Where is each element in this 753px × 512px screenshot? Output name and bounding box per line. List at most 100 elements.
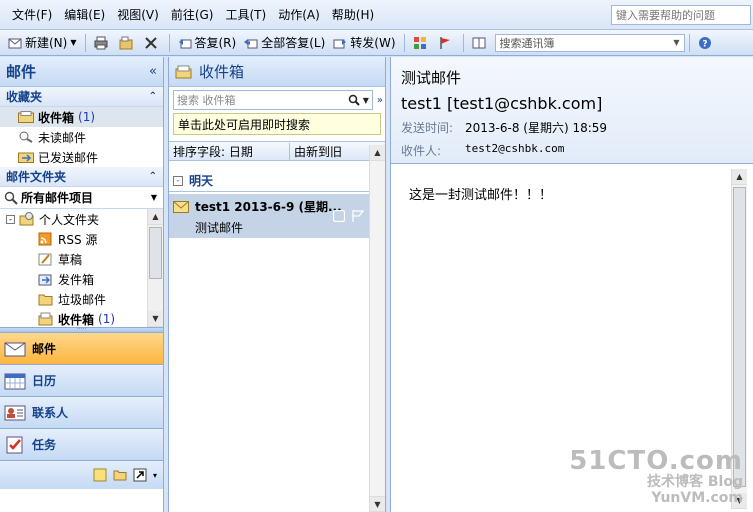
menu-view[interactable]: 视图(V) [111, 6, 165, 23]
address-book-search[interactable]: 搜索通讯簿 ▼ [494, 33, 685, 52]
tree-row-junk-mail[interactable]: 垃圾邮件 [0, 289, 163, 309]
printer-icon [94, 36, 107, 49]
sort-order-label[interactable]: 由新到旧 [289, 142, 369, 160]
scroll-up-arrow[interactable]: ▲ [148, 209, 163, 225]
notes-icon[interactable] [93, 468, 107, 482]
delete-button[interactable] [140, 32, 165, 54]
new-button[interactable]: 新建(N) ▼ [4, 32, 81, 54]
shortcuts-icon[interactable] [133, 468, 147, 482]
message-body: 这是一封测试邮件！！！ [409, 188, 553, 203]
toolbar-divider [688, 33, 690, 52]
chevron-down-icon[interactable]: ▼ [151, 193, 157, 202]
tree-row-drafts[interactable]: 草稿 [0, 249, 163, 269]
move-to-folder-button[interactable] [115, 32, 140, 54]
tree-row-inbox[interactable]: 收件箱 (1) [0, 309, 163, 327]
nav-button-label: 任务 [32, 438, 57, 452]
collapse-section-icon[interactable]: ⌃ [149, 91, 157, 102]
nav-button-calendar[interactable]: 日历 [0, 365, 163, 397]
collapse-pane-icon[interactable]: « [149, 64, 157, 79]
message-list-item[interactable]: test1 2013-6-9 (星期... 测试邮件 [169, 194, 369, 238]
favorite-sent-items[interactable]: 已发送邮件 [0, 147, 163, 167]
help-search-input[interactable] [611, 5, 751, 25]
menu-file[interactable]: 文件(F) [6, 6, 58, 23]
nav-button-label: 联系人 [32, 406, 69, 420]
group-label: 明天 [189, 174, 214, 188]
folder-list-icon[interactable] [113, 468, 127, 482]
menu-actions[interactable]: 动作(A) [272, 6, 326, 23]
categorize-icon [413, 36, 426, 49]
instant-search-input[interactable]: 搜索 收件箱 ▼ [173, 90, 373, 110]
all-mail-items-selector[interactable]: 所有邮件项目 ▼ [0, 187, 163, 209]
scroll-down-arrow[interactable]: ▼ [370, 496, 385, 512]
nav-button-contacts[interactable]: 联系人 [0, 397, 163, 429]
favorite-label: 收件箱 [38, 110, 75, 125]
toolbar-divider [403, 33, 405, 52]
message-list-scrollbar[interactable]: ▲ ▼ [369, 145, 385, 512]
reply-all-button[interactable]: 全部答复(L) [240, 32, 329, 54]
help-button[interactable]: ? [694, 32, 719, 54]
menu-edit[interactable]: 编辑(E) [58, 6, 111, 23]
delete-x-icon [144, 36, 157, 49]
flag-icon [439, 36, 450, 49]
collapse-section-icon[interactable]: ⌃ [149, 171, 157, 182]
to-label: 收件人: [401, 144, 442, 158]
sent-value: 2013-6-8 (星期六) 18:59 [465, 121, 608, 135]
folder-tree: - 个人文件夹 RSS 源 草稿 发件箱 垃圾邮件 收件箱 (1) ▲ ▼ [0, 209, 163, 327]
personal-folders-icon [19, 212, 34, 226]
favorite-inbox[interactable]: 收件箱 (1) [0, 107, 163, 127]
all-items-label: 所有邮件项目 [21, 191, 94, 205]
configure-buttons-icon[interactable]: ▾ [153, 471, 157, 480]
collapse-group-icon[interactable]: - [173, 175, 183, 186]
favorite-unread-mail[interactable]: 未读邮件 [0, 127, 163, 147]
follow-up-button[interactable] [434, 32, 459, 54]
menu-go[interactable]: 前往(G) [165, 6, 220, 23]
chevron-down-icon[interactable]: ▼ [673, 38, 679, 47]
expand-query-builder-icon[interactable]: » [377, 95, 383, 106]
flag-icon[interactable] [351, 209, 365, 223]
menu-help[interactable]: 帮助(H) [326, 6, 380, 23]
tree-row-personal-folders[interactable]: - 个人文件夹 [0, 209, 163, 229]
print-button[interactable] [90, 32, 115, 54]
chevron-down-icon[interactable]: ▼ [363, 96, 369, 105]
scroll-thumb[interactable] [149, 227, 162, 279]
scroll-up-arrow[interactable]: ▲ [370, 145, 385, 161]
search-icon [4, 191, 18, 205]
sent-folder-icon [18, 152, 34, 163]
category-box-icon[interactable] [333, 210, 345, 222]
scroll-up-arrow[interactable]: ▲ [732, 169, 747, 185]
tree-label: 个人文件夹 [39, 212, 100, 227]
calendar-icon [4, 373, 26, 389]
group-header-tomorrow[interactable]: - 明天 [169, 170, 369, 192]
sent-row: 发送时间: 2013-6-8 (星期六) 18:59 [401, 119, 743, 136]
tree-row-rss-feeds[interactable]: RSS 源 [0, 229, 163, 249]
scroll-down-arrow[interactable]: ▼ [148, 311, 163, 327]
to-value[interactable]: test2@cshbk.com [465, 142, 564, 159]
svg-text:?: ? [702, 39, 707, 49]
menu-tools[interactable]: 工具(T) [219, 6, 272, 23]
scroll-thumb[interactable] [733, 187, 746, 487]
forward-button[interactable]: 转发(W) [329, 32, 399, 54]
unread-count: (1) [98, 312, 116, 326]
message-from[interactable]: test1 [test1@cshbk.com] [401, 94, 743, 113]
message-sender-date: test1 2013-6-9 (星期... [195, 200, 342, 214]
mail-icon [4, 342, 26, 356]
nav-pane-title: 邮件 [6, 63, 37, 81]
reply-button[interactable]: 答复(R) [174, 32, 241, 54]
nav-button-mail[interactable]: 邮件 [0, 333, 163, 365]
favorites-header[interactable]: 收藏夹 ⌃ [0, 87, 163, 107]
tree-row-outbox[interactable]: 发件箱 [0, 269, 163, 289]
expand-toggle-icon[interactable]: - [6, 214, 15, 224]
arrange-by-header[interactable]: 排序字段: 日期 由新到旧 [169, 141, 385, 161]
enable-instant-search-bar[interactable]: 单击此处可启用即时搜索 [173, 113, 381, 135]
reply-icon [178, 38, 191, 48]
menu-bar: 文件(F) 编辑(E) 视图(V) 前往(G) 工具(T) 动作(A) 帮助(H… [0, 0, 753, 30]
nav-button-tasks[interactable]: 任务 [0, 429, 163, 461]
search-icon[interactable] [348, 94, 360, 106]
categorize-button[interactable] [409, 32, 434, 54]
toolbar-divider [168, 33, 170, 52]
folder-tree-scrollbar[interactable]: ▲ ▼ [147, 209, 163, 327]
arrange-by-label[interactable]: 排序字段: 日期 [169, 143, 289, 160]
mail-folders-header[interactable]: 邮件文件夹 ⌃ [0, 167, 163, 187]
chevron-down-icon[interactable]: ▼ [70, 38, 76, 47]
address-book-button[interactable] [468, 32, 493, 54]
